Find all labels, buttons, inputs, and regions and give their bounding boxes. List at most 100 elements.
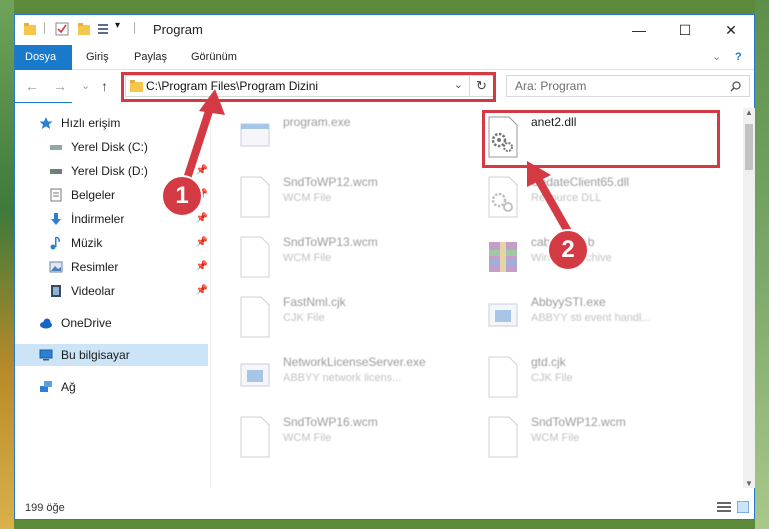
file-type: ABBYY sti event handl...: [531, 312, 651, 324]
file-icon: [240, 236, 270, 278]
file-icon: [240, 176, 270, 218]
sidebar-item-label: Bu bilgisayar: [61, 348, 130, 362]
file-item[interactable]: SndToWP16.wcm WCM File: [231, 410, 471, 468]
scroll-down-icon[interactable]: ▼: [745, 479, 753, 488]
file-type: CJK File: [283, 312, 325, 324]
search-placeholder: Ara: Program: [515, 79, 587, 93]
separator: |: [43, 20, 47, 34]
status-bar: 199 öğe: [15, 497, 754, 519]
drive-icon: [50, 145, 62, 150]
file-type: WCM File: [531, 432, 580, 444]
file-type: WCM File: [283, 432, 332, 444]
desktop-wallpaper-left: [0, 0, 14, 529]
exe-icon: [488, 303, 518, 327]
desktop-wallpaper-right: [755, 0, 769, 529]
sidebar-item-label: Resimler: [71, 260, 119, 274]
file-item[interactable]: SndToWP12.wcm WCM File: [479, 410, 719, 468]
file-name: FastNml.cjk: [283, 295, 346, 309]
sidebar-item-pictures[interactable]: Resimler 📌: [45, 256, 210, 278]
documents-icon: [50, 188, 62, 202]
window-title: Program: [153, 22, 203, 37]
sidebar-item-onedrive[interactable]: OneDrive: [35, 312, 210, 334]
file-name: SndToWP13.wcm: [283, 235, 378, 249]
file-item[interactable]: FastNml.cjk CJK File: [231, 290, 471, 348]
file-name: program.exe: [283, 115, 351, 129]
maximize-button[interactable]: ☐: [662, 15, 708, 45]
help-icon[interactable]: ?: [735, 45, 742, 69]
file-icon: [240, 416, 270, 458]
sidebar-item-network[interactable]: Ağ: [35, 376, 210, 398]
pin-icon: 📌: [195, 261, 208, 272]
recent-locations-button[interactable]: ⌄: [81, 79, 90, 92]
drive-icon: [50, 169, 62, 174]
sidebar-item-label: Hızlı erişim: [61, 116, 121, 130]
title-bar: | ▾ | Program — ☐ ✕: [15, 15, 754, 45]
file-type: WCM File: [283, 252, 332, 264]
sidebar-item-label: Videolar: [71, 284, 115, 298]
close-button[interactable]: ✕: [708, 15, 754, 45]
sidebar-item-music[interactable]: Müzik 📌: [45, 232, 210, 254]
file-item[interactable]: SndToWP12.wcm WCM File: [231, 170, 471, 228]
file-item[interactable]: SndToWP13.wcm WCM File: [231, 230, 471, 288]
star-icon: [39, 117, 53, 129]
file-type: WCM File: [283, 192, 332, 204]
explorer-window: | ▾ | Program — ☐ ✕ Dosya Giriş Paylaş G…: [14, 14, 755, 520]
file-item[interactable]: program.exe: [231, 110, 471, 168]
search-icon: [730, 81, 741, 92]
scroll-up-icon[interactable]: ▲: [745, 108, 753, 117]
file-icon: [488, 356, 518, 398]
pin-icon: 📌: [195, 237, 208, 248]
scrollbar-thumb[interactable]: [745, 124, 753, 170]
cloud-icon: [40, 318, 52, 329]
minimize-button[interactable]: —: [616, 15, 662, 45]
sidebar-item-label: Ağ: [61, 380, 76, 394]
properties-icon[interactable]: [55, 22, 69, 36]
file-item[interactable]: gtd.cjk CJK File: [479, 350, 719, 408]
sidebar-item-videos[interactable]: Videolar 📌: [45, 280, 210, 302]
file-item[interactable]: NetworkLicenseServer.exe ABBYY network l…: [231, 350, 471, 408]
step-1-badge: 1: [161, 175, 203, 217]
up-button[interactable]: ↑: [101, 78, 108, 94]
search-input[interactable]: Ara: Program: [506, 75, 750, 97]
folder-icon: [24, 23, 36, 35]
tab-view[interactable]: Görünüm: [191, 45, 237, 69]
pin-icon: 📌: [195, 213, 208, 224]
sidebar-item-label: İndirmeler: [71, 212, 125, 226]
file-name: SndToWP12.wcm: [531, 415, 626, 429]
new-folder-icon[interactable]: [77, 22, 91, 36]
download-icon: [51, 213, 61, 225]
sidebar-item-label: Yerel Disk (D:): [71, 164, 148, 178]
file-name: SndToWP16.wcm: [283, 415, 378, 429]
file-name: AbbyySTI.exe: [531, 295, 606, 309]
pictures-icon: [49, 261, 63, 273]
network-icon: [40, 381, 52, 392]
view-options-icon[interactable]: [97, 22, 113, 36]
file-icon: [240, 296, 270, 338]
pin-icon: 📌: [195, 285, 208, 296]
file-name: NetworkLicenseServer.exe: [283, 355, 426, 369]
tab-share[interactable]: Paylaş: [134, 45, 167, 69]
computer-icon: [39, 349, 53, 361]
item-count: 199 öğe: [25, 502, 65, 514]
file-item[interactable]: AbbyySTI.exe ABBYY sti event handl...: [479, 290, 719, 348]
details-view-icon[interactable]: [717, 501, 731, 513]
sidebar-item-label: Yerel Disk (C:): [71, 140, 148, 154]
file-name: gtd.cjk: [531, 355, 566, 369]
expand-ribbon-icon[interactable]: ⌄: [712, 45, 721, 69]
sidebar-item-label: OneDrive: [61, 316, 112, 330]
exe-icon: [240, 123, 270, 147]
file-name: SndToWP12.wcm: [283, 175, 378, 189]
back-button[interactable]: ←: [25, 78, 39, 94]
exe-icon: [240, 363, 270, 387]
separator: |: [133, 20, 137, 34]
ribbon-tabs: Dosya Giriş Paylaş Görünüm ⌄ ?: [15, 45, 754, 103]
sidebar-item-this-pc[interactable]: Bu bilgisayar: [15, 344, 208, 366]
step-2-badge: 2: [547, 229, 589, 271]
file-type: ABBYY network licens...: [283, 372, 402, 384]
tab-home[interactable]: Giriş: [86, 45, 109, 69]
customize-toolbar-icon[interactable]: ▾: [115, 20, 120, 31]
vertical-scrollbar[interactable]: ▲ ▼: [743, 108, 755, 488]
sidebar-item-label: Belgeler: [71, 188, 116, 202]
large-icons-view-icon[interactable]: [737, 501, 749, 513]
forward-button[interactable]: →: [53, 78, 67, 94]
